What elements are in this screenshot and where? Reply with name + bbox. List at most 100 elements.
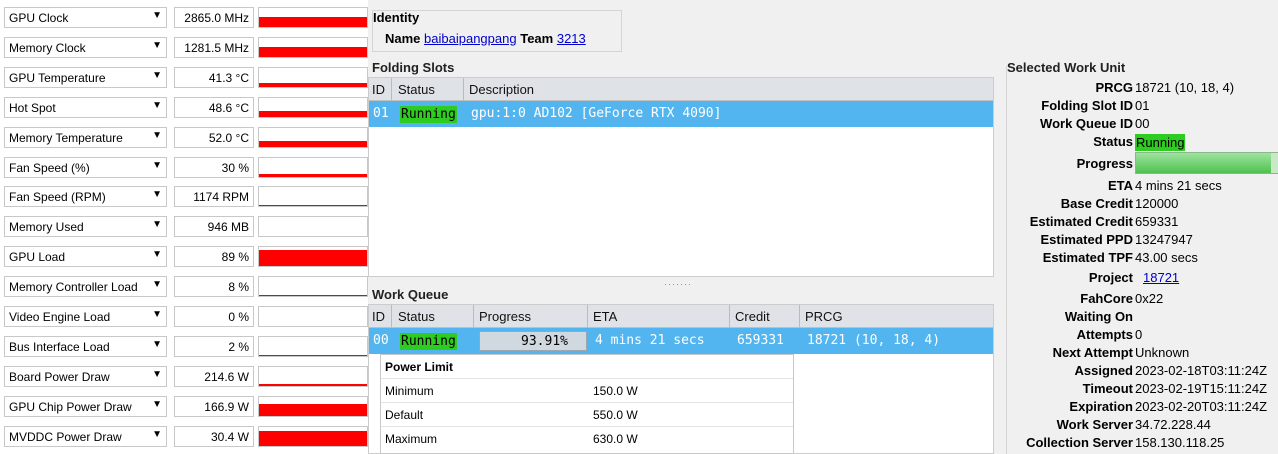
sensor-select[interactable]: Memory Controller Load ▼ xyxy=(4,276,167,298)
chevron-down-icon[interactable]: ▼ xyxy=(152,130,162,141)
sensor-name: Memory Used xyxy=(9,220,84,235)
sensor-name: GPU Chip Power Draw xyxy=(9,399,132,414)
sensor-row: GPU Load ▼ 89 % xyxy=(0,242,368,272)
sensor-select[interactable]: Memory Used ▼ xyxy=(4,216,167,238)
wq-col-id[interactable]: ID xyxy=(372,309,385,324)
sensor-value: 89 % xyxy=(221,250,249,265)
wu-attempts-label: Attempts xyxy=(1076,327,1133,342)
team-link[interactable]: 3213 xyxy=(557,31,586,46)
sensor-graph-fill xyxy=(259,235,367,237)
sensor-name: Memory Temperature xyxy=(9,130,123,145)
sensor-graph xyxy=(258,365,368,387)
wu-expiration-value: 2023-02-20T03:11:24Z xyxy=(1135,399,1268,414)
sensor-select[interactable]: Bus Interface Load ▼ xyxy=(4,335,167,357)
sensor-value-box: 946 MB xyxy=(174,216,254,238)
wu-folding-slot-id-row: Folding Slot ID 01 xyxy=(1007,98,1278,116)
power-max-label: Maximum xyxy=(385,432,438,446)
wu-work-server-label: Work Server xyxy=(1056,417,1133,432)
sensor-select[interactable]: Fan Speed (%) ▼ xyxy=(4,156,167,178)
wu-project-link[interactable]: 18721 xyxy=(1143,270,1179,285)
wu-fahcore-row: FahCore 0x22 xyxy=(1007,291,1278,309)
wq-col-progress[interactable]: Progress xyxy=(479,309,531,324)
chevron-down-icon[interactable]: ▼ xyxy=(152,429,162,440)
power-limit-tooltip: Power Limit Minimum 150.0 W Default 550.… xyxy=(380,354,794,454)
identity-row: Name baibaipangpang Team 3213 xyxy=(385,31,586,46)
wu-estimated-ppd-value: 13247947 xyxy=(1135,232,1193,247)
folding-slot-row[interactable]: 01 Running gpu:1:0 AD102 [GeForce RTX 40… xyxy=(369,101,993,127)
sensor-name: Fan Speed (%) xyxy=(9,160,90,175)
sensor-graph xyxy=(258,186,368,208)
selected-work-unit-title: Selected Work Unit xyxy=(1007,60,1126,75)
col-description[interactable]: Description xyxy=(469,82,534,97)
wu-attempts-row: Attempts 0 xyxy=(1007,327,1278,345)
wu-expiration-label: Expiration xyxy=(1069,399,1133,414)
identity-title: Identity xyxy=(373,10,420,25)
wu-base-credit-value: 120000 xyxy=(1135,196,1179,211)
power-default-label: Default xyxy=(385,408,424,422)
chevron-down-icon[interactable]: ▼ xyxy=(152,189,162,200)
sensor-value-box: 166.9 W xyxy=(174,395,254,417)
sensor-value: 166.9 W xyxy=(204,399,249,414)
wq-col-status[interactable]: Status xyxy=(398,309,435,324)
wu-timeout-row: Timeout 2023-02-19T15:11:24Z xyxy=(1007,381,1278,399)
chevron-down-icon[interactable]: ▼ xyxy=(152,70,162,81)
power-row-default: Default 550.0 W xyxy=(381,402,793,426)
name-link[interactable]: baibaipangpang xyxy=(424,31,517,46)
sensor-graph-fill xyxy=(259,16,367,27)
col-id[interactable]: ID xyxy=(372,82,385,97)
chevron-down-icon[interactable]: ▼ xyxy=(152,279,162,290)
sensor-select[interactable]: Memory Clock ▼ xyxy=(4,36,167,58)
wu-estimated-credit-value: 659331 xyxy=(1135,214,1179,229)
wq-progress: 93.91% xyxy=(521,334,568,349)
wu-base-credit-label: Base Credit xyxy=(1060,196,1133,211)
pane-splitter[interactable]: ······· xyxy=(664,279,692,289)
sensor-value: 41.3 °C xyxy=(208,70,249,85)
sensor-name: Board Power Draw xyxy=(9,369,110,384)
sensor-select[interactable]: Hot Spot ▼ xyxy=(4,96,167,118)
sensor-name: Fan Speed (RPM) xyxy=(9,190,106,205)
sensor-select[interactable]: Fan Speed (RPM) ▼ xyxy=(4,186,167,208)
sensor-graph-fill xyxy=(259,82,367,87)
wq-eta: 4 mins 21 secs xyxy=(595,333,705,348)
wu-eta-value: 4 mins 21 secs xyxy=(1135,178,1222,193)
wq-col-credit[interactable]: Credit xyxy=(735,309,770,324)
wq-col-prcg[interactable]: PRCG xyxy=(805,309,843,324)
chevron-down-icon[interactable]: ▼ xyxy=(152,100,162,111)
col-status[interactable]: Status xyxy=(398,82,435,97)
sensor-graph xyxy=(258,36,368,58)
sensor-select[interactable]: GPU Load ▼ xyxy=(4,246,167,268)
chevron-down-icon[interactable]: ▼ xyxy=(152,369,162,380)
chevron-down-icon[interactable]: ▼ xyxy=(152,399,162,410)
chevron-down-icon[interactable]: ▼ xyxy=(152,249,162,260)
sensor-select[interactable]: MVDDC Power Draw ▼ xyxy=(4,425,167,447)
identity-group: Identity Name baibaipangpang Team 3213 xyxy=(372,10,622,52)
sensor-select[interactable]: Memory Temperature ▼ xyxy=(4,126,167,148)
work-queue-row[interactable]: 00 Running 93.91% 4 mins 21 secs 659331 … xyxy=(369,328,993,354)
chevron-down-icon[interactable]: ▼ xyxy=(152,10,162,21)
wu-progress-bar xyxy=(1135,152,1278,174)
wu-status-row: Status Running xyxy=(1007,134,1278,152)
wu-prcg-label: PRCG xyxy=(1095,80,1133,95)
slot-id: 01 xyxy=(373,106,389,121)
wu-estimated-credit-row: Estimated Credit 659331 xyxy=(1007,214,1278,232)
sensor-select[interactable]: Video Engine Load ▼ xyxy=(4,306,167,327)
chevron-down-icon[interactable]: ▼ xyxy=(152,160,162,171)
sensor-select[interactable]: GPU Chip Power Draw ▼ xyxy=(4,395,167,417)
power-row-maximum: Maximum 630.0 W xyxy=(381,426,793,450)
wq-col-eta[interactable]: ETA xyxy=(593,309,617,324)
chevron-down-icon[interactable]: ▼ xyxy=(152,339,162,350)
sensor-select[interactable]: Board Power Draw ▼ xyxy=(4,365,167,387)
wu-estimated-ppd-row: Estimated PPD 13247947 xyxy=(1007,232,1278,250)
chevron-down-icon[interactable]: ▼ xyxy=(152,219,162,230)
chevron-down-icon[interactable]: ▼ xyxy=(152,40,162,51)
sensor-select[interactable]: GPU Temperature ▼ xyxy=(4,66,167,88)
chevron-down-icon[interactable]: ▼ xyxy=(152,309,162,320)
wu-folding-slot-id-value: 01 xyxy=(1135,98,1150,113)
name-label: Name xyxy=(385,31,421,46)
wu-expiration-row: Expiration 2023-02-20T03:11:24Z xyxy=(1007,399,1278,417)
work-queue-title: Work Queue xyxy=(372,287,449,302)
sensor-select[interactable]: GPU Clock ▼ xyxy=(4,7,167,28)
wu-progress-label: Progress xyxy=(1076,156,1133,171)
sensor-graph xyxy=(258,335,368,357)
sensor-name: MVDDC Power Draw xyxy=(9,429,122,444)
